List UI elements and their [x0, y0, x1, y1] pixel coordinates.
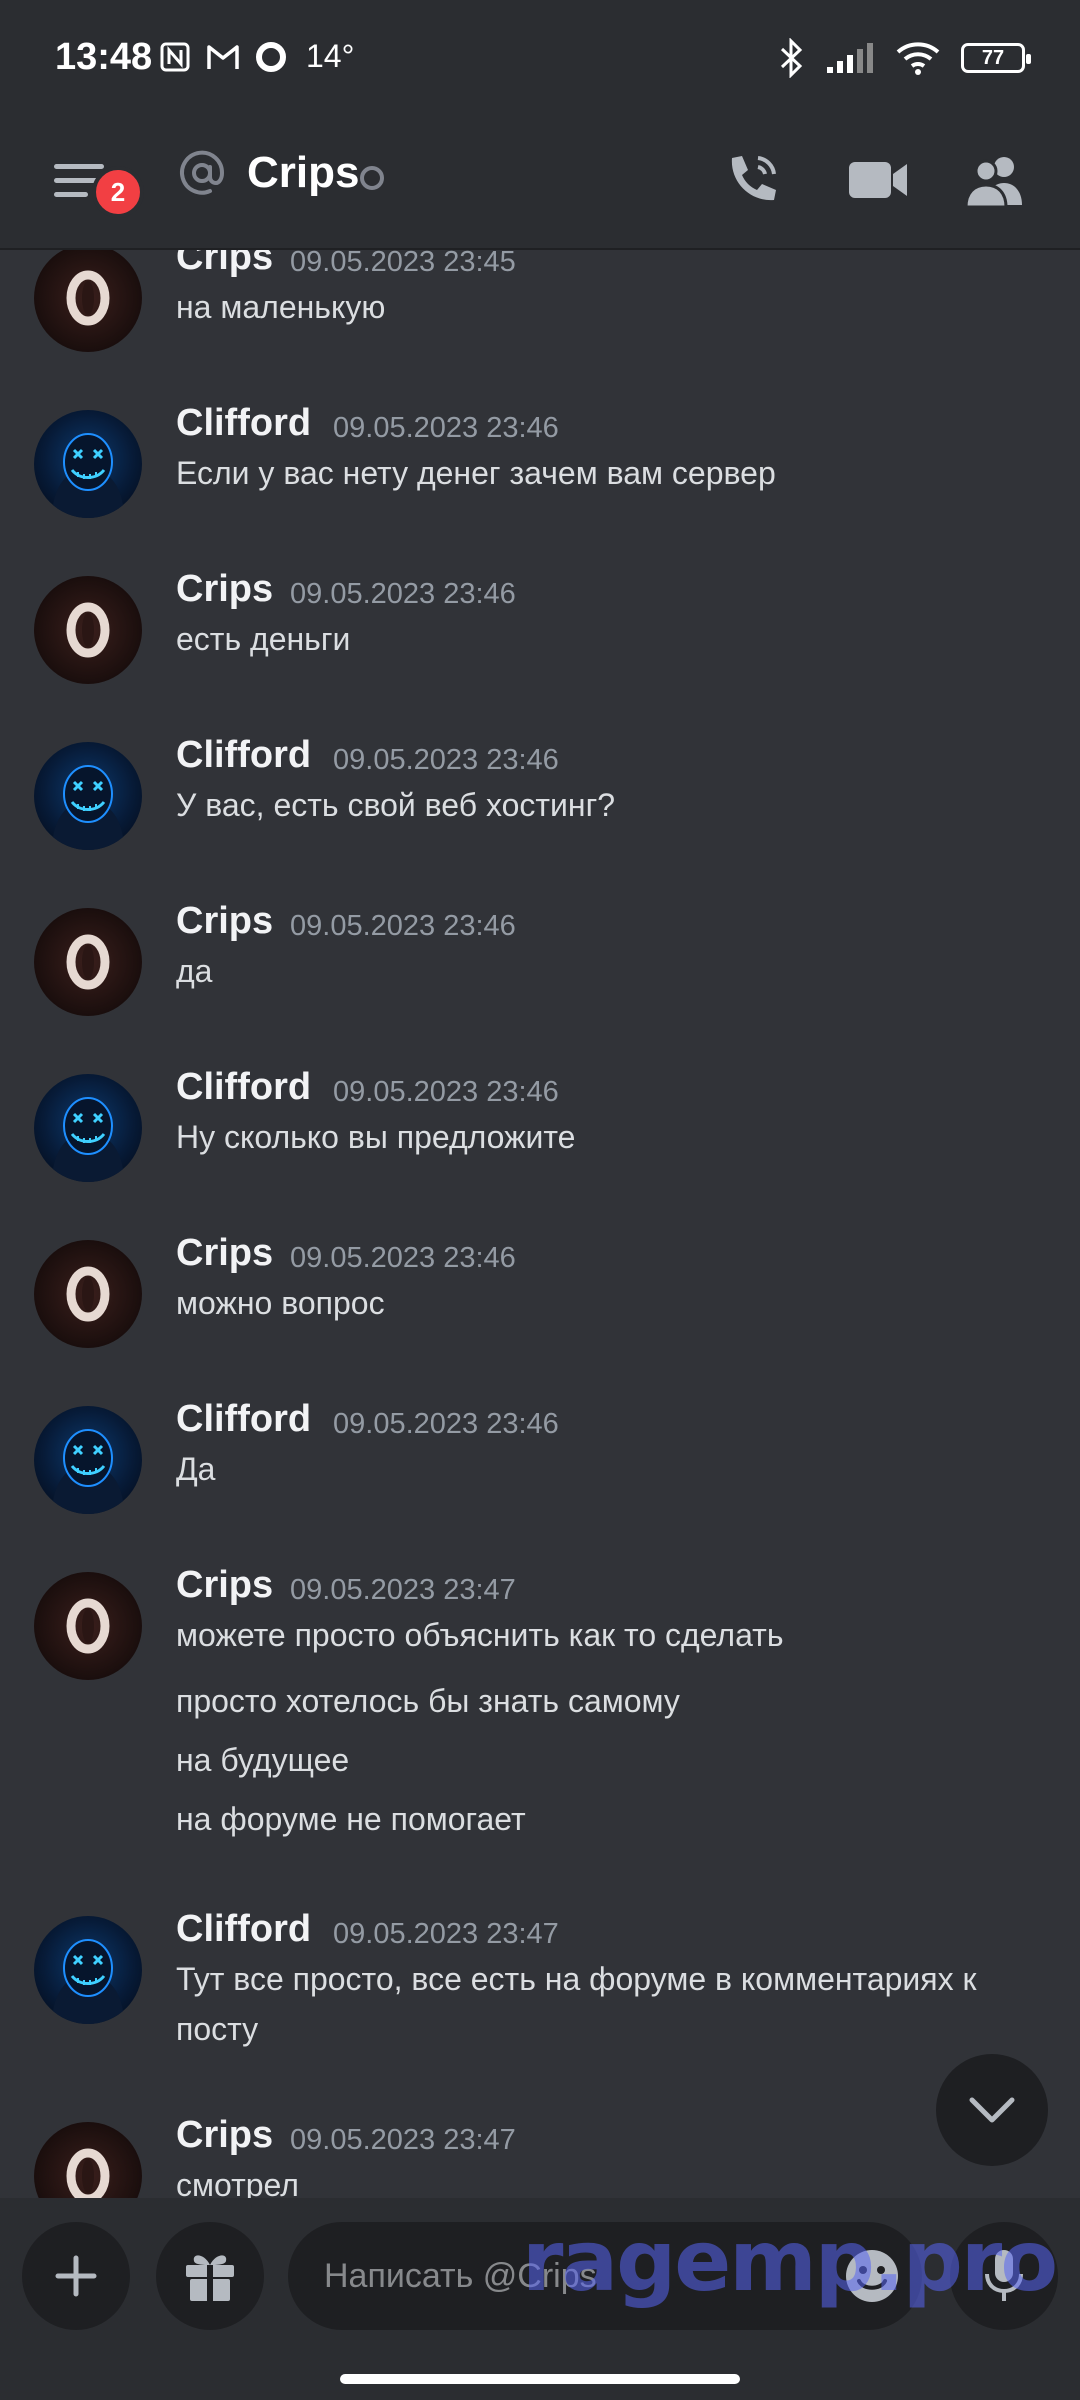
message-timestamp: 09.05.2023 23:46 [333, 1408, 559, 1440]
temperature: 14° [306, 38, 355, 74]
add-attachment-button[interactable] [22, 2222, 130, 2330]
message-author[interactable]: Crips [176, 1232, 273, 1275]
message-timestamp: 09.05.2023 23:46 [290, 910, 516, 942]
message-author[interactable]: Crips [176, 1564, 273, 1607]
opera-logo-icon [66, 1598, 110, 1654]
message-author[interactable]: Crips [176, 2114, 273, 2157]
bluetooth-icon [780, 38, 803, 78]
battery-level: 77 [981, 46, 1005, 69]
neon-mask-icon [52, 1429, 124, 1514]
gmail-icon [206, 40, 240, 74]
message-timestamp: 09.05.2023 23:47 [290, 1574, 516, 1606]
message-timestamp: 09.05.2023 23:47 [290, 2124, 516, 2156]
gift-icon [186, 2255, 234, 2301]
battery-icon: 77 [961, 43, 1031, 73]
message-text: на будущее [176, 1742, 350, 1778]
crips-avatar[interactable] [34, 250, 142, 352]
crips-avatar[interactable] [34, 576, 142, 684]
members-icon [964, 157, 1022, 207]
message-text: да [176, 953, 213, 989]
phone-call-icon [731, 156, 776, 201]
message-text: просто хотелось бы знать самому [176, 1683, 680, 1719]
message-author[interactable]: Crips [176, 900, 273, 943]
circle-icon [254, 40, 288, 74]
crips-avatar[interactable] [34, 1240, 142, 1348]
nfc-icon [158, 40, 192, 74]
voice-call-button[interactable] [718, 146, 786, 214]
message-timestamp: 09.05.2023 23:47 [333, 1918, 559, 1950]
message-timestamp: 09.05.2023 23:46 [290, 578, 516, 610]
crips-avatar[interactable] [34, 1572, 142, 1680]
message-author[interactable]: Clifford [176, 1398, 311, 1441]
message-text: смотрел [176, 2167, 299, 2200]
message-author[interactable]: Crips [176, 250, 273, 279]
message-text: на маленькую [176, 289, 386, 325]
home-indicator[interactable] [340, 2374, 740, 2384]
members-button[interactable] [962, 146, 1030, 214]
message-text: можете просто объяснить как то сделать [176, 1617, 784, 1653]
wifi-icon [896, 42, 940, 75]
clifford-avatar[interactable] [34, 742, 142, 850]
video-camera-icon [849, 162, 907, 198]
neon-mask-icon [52, 433, 124, 518]
message-text: Ну сколько вы предложите [176, 1119, 576, 1155]
clifford-avatar[interactable] [34, 1916, 142, 2024]
clifford-avatar[interactable] [34, 1406, 142, 1514]
message-author[interactable]: Crips [176, 568, 273, 611]
message-timestamp: 09.05.2023 23:46 [333, 412, 559, 444]
status-indicator [360, 166, 384, 190]
message-text: на форуме не помогает [176, 1801, 526, 1837]
message-text: можно вопрос [176, 1285, 385, 1321]
channel-header: 2 Crips [0, 120, 1080, 250]
message-timestamp: 09.05.2023 23:45 [290, 250, 516, 278]
message-text: У вас, есть свой веб хостинг? [176, 787, 616, 823]
clifford-avatar[interactable] [34, 410, 142, 518]
opera-logo-icon [66, 2148, 110, 2200]
status-bar: 13:48 14° 77 [0, 0, 1080, 120]
signal-icon [827, 43, 873, 73]
clifford-avatar[interactable] [34, 1074, 142, 1182]
message-author[interactable]: Clifford [176, 1066, 311, 1109]
crips-avatar[interactable] [34, 2122, 142, 2200]
notification-icons: 14° [158, 38, 354, 75]
neon-mask-icon [52, 765, 124, 850]
message-author[interactable]: Clifford [176, 734, 311, 777]
message-timestamp: 09.05.2023 23:46 [333, 744, 559, 776]
neon-mask-icon [52, 1939, 124, 2024]
neon-mask-icon [52, 1097, 124, 1182]
message-list[interactable]: Crips 09.05.2023 23:45 на маленькую Cliffor… [0, 250, 1080, 2200]
notification-badge: 2 [92, 166, 144, 218]
plus-icon [55, 2255, 97, 2297]
opera-logo-icon [66, 602, 110, 658]
message-timestamp: 09.05.2023 23:46 [333, 1076, 559, 1108]
system-icons: 77 [779, 38, 1031, 78]
opera-logo-icon [66, 1266, 110, 1322]
message-author[interactable]: Clifford [176, 1908, 311, 1951]
crips-avatar[interactable] [34, 908, 142, 1016]
menu-button[interactable]: 2 [48, 150, 144, 220]
scroll-to-bottom-button[interactable] [936, 2054, 1048, 2166]
gift-button[interactable] [156, 2222, 264, 2330]
message-timestamp: 09.05.2023 23:46 [290, 1242, 516, 1274]
watermark: ragemp.pro [522, 2212, 1058, 2310]
message-text: Тут все просто, все есть на форуме в ком… [176, 1961, 977, 2047]
channel-title[interactable]: Crips [247, 148, 359, 198]
video-call-button[interactable] [844, 146, 912, 214]
message-author[interactable]: Clifford [176, 402, 311, 445]
clock: 13:48 [55, 36, 153, 78]
at-icon [180, 150, 225, 195]
message-text: Если у вас нету денег зачем вам сервер [176, 455, 776, 491]
opera-logo-icon [66, 934, 110, 990]
message-text: Да [176, 1451, 216, 1487]
chevron-down-icon [969, 2097, 1015, 2123]
message-text: есть деньги [176, 621, 351, 657]
opera-logo-icon [66, 270, 110, 326]
